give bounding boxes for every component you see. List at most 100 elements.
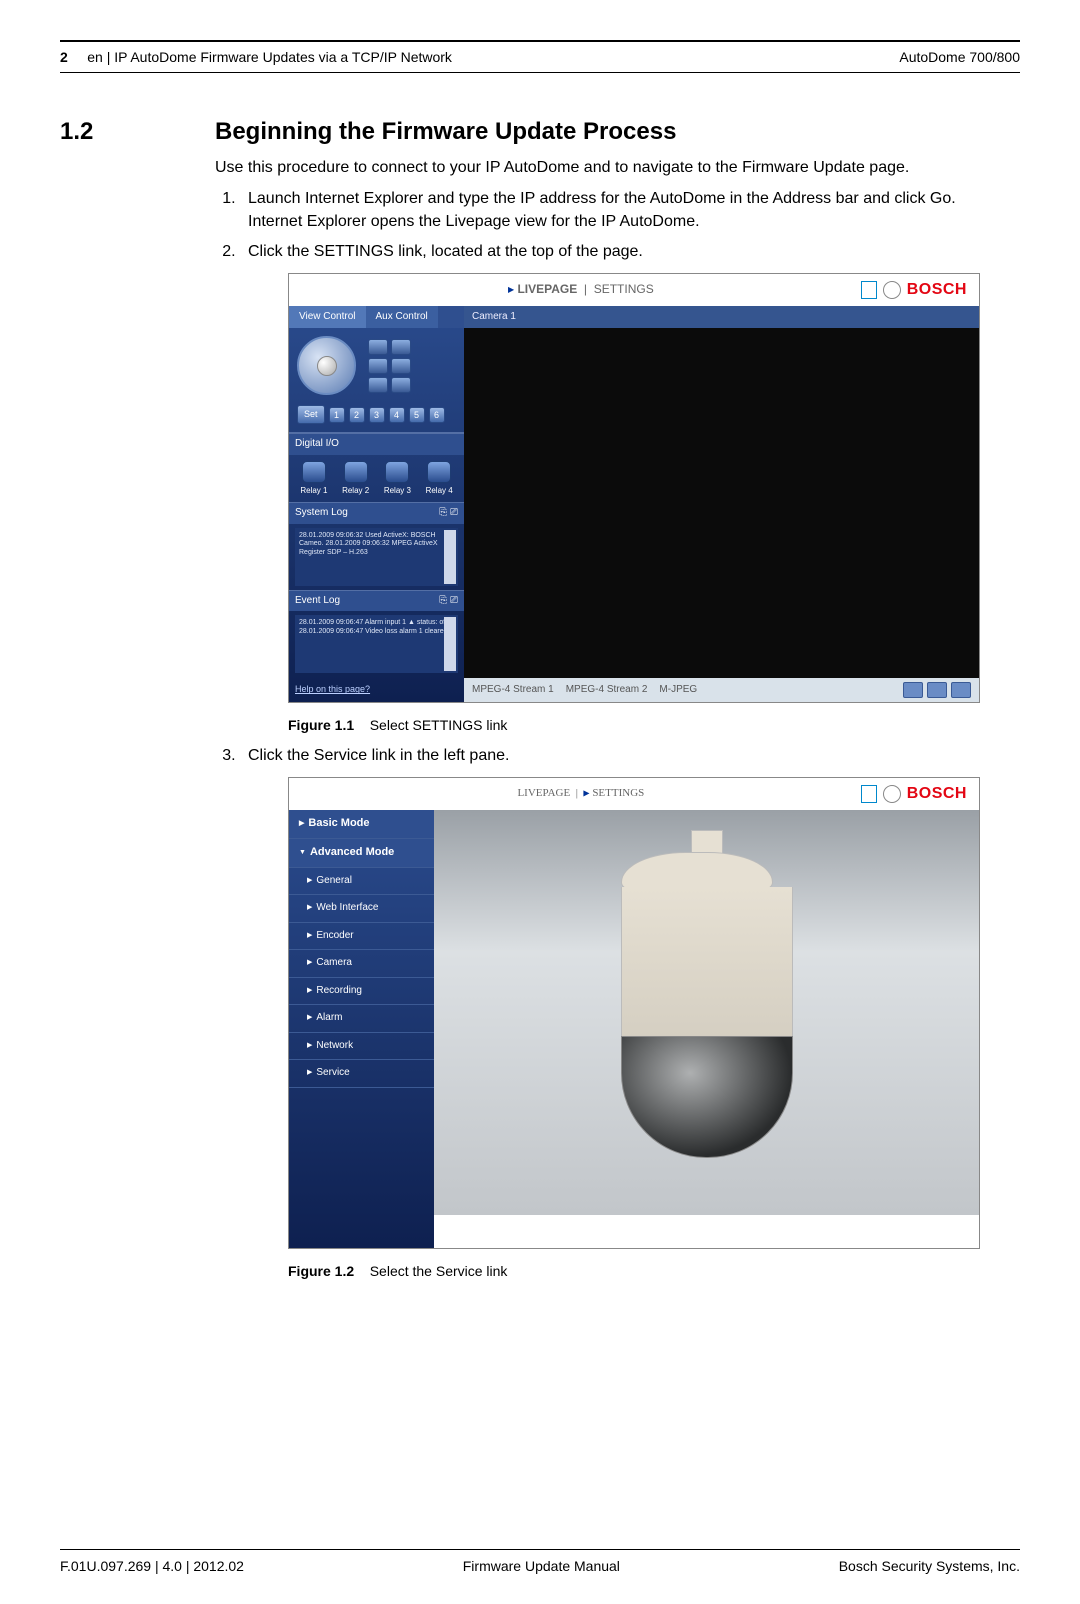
nav-basic-mode[interactable]: ▶Basic Mode (289, 810, 434, 839)
chevron-right-icon: ▶ (307, 876, 312, 886)
step-2-text: Click the SETTINGS link, located at the … (248, 243, 643, 260)
nav-service[interactable]: ▶Service (289, 1060, 434, 1088)
step-1: Launch Internet Explorer and type the IP… (240, 187, 1020, 233)
ui2-livepage-link[interactable]: LIVEPAGE (517, 787, 570, 799)
dome-cap (621, 852, 773, 889)
iris-close-button[interactable] (391, 377, 411, 393)
step-3-text: Click the Service link in the left pane. (248, 747, 509, 764)
preset-6[interactable]: 6 (429, 407, 445, 423)
record-icon[interactable] (927, 682, 947, 698)
nav-network[interactable]: ▶ Network (289, 1033, 434, 1061)
ptz-joystick[interactable] (297, 336, 356, 395)
ui1-sidebar: View Control Aux Control (289, 306, 464, 703)
nav-alarm[interactable]: ▶Alarm (289, 1005, 434, 1033)
eventlog-box: 28.01.2009 09:06:47 Alarm input 1 ▲ stat… (295, 615, 458, 673)
section-number: 1.2 (60, 118, 215, 1289)
dome-stem (691, 830, 723, 854)
eventlog-text: 28.01.2009 09:06:47 Alarm input 1 ▲ stat… (299, 619, 449, 634)
ui1-brand: BOSCH (861, 278, 967, 301)
fullscreen-icon[interactable] (951, 682, 971, 698)
info-icon[interactable] (861, 785, 877, 803)
iris-open-button[interactable] (368, 377, 388, 393)
triangle-icon: ▶ (583, 789, 589, 798)
globe-icon[interactable] (883, 785, 901, 803)
ui2-brand: BOSCH (861, 782, 967, 805)
figure-1-caption: Figure 1.1 Select SETTINGS link (288, 715, 1020, 735)
preset-1[interactable]: 1 (329, 407, 345, 423)
preset-2[interactable]: 2 (349, 407, 365, 423)
preset-4[interactable]: 4 (389, 407, 405, 423)
nav-general[interactable]: ▶General (289, 868, 434, 896)
content: 1.2 Beginning the Firmware Update Proces… (60, 118, 1020, 1289)
camera-tab[interactable]: Camera 1 (464, 306, 979, 329)
sidebar-spacer (289, 1088, 434, 1248)
step-3: Click the Service link in the left pane.… (240, 744, 1020, 1281)
dome-glass (621, 1036, 793, 1158)
syslog-icons: ⎘ ⎚ (439, 506, 458, 521)
focus-far-button[interactable] (391, 358, 411, 374)
figure-2-text: Select the Service link (370, 1263, 508, 1279)
relay-2[interactable]: Relay 2 (342, 461, 369, 497)
focus-near-button[interactable] (368, 358, 388, 374)
preset-5[interactable]: 5 (409, 407, 425, 423)
zoom-in-button[interactable] (368, 339, 388, 355)
ui2-preview (434, 810, 979, 1215)
nav-encoder[interactable]: ▶Encoder (289, 923, 434, 951)
help-link[interactable]: Help on this page? (289, 677, 464, 702)
figure-2-screenshot: LIVEPAGE | ▶ SETTINGS BOSCH (288, 777, 980, 1249)
globe-icon[interactable] (883, 281, 901, 299)
chevron-down-icon: ▼ (299, 848, 306, 858)
digital-io-label: Digital I/O (295, 437, 339, 452)
nav-recording[interactable]: ▶Recording (289, 978, 434, 1006)
info-icon[interactable] (861, 281, 877, 299)
running-header: 2 en | IP AutoDome Firmware Updates via … (60, 46, 1020, 68)
tab-aux-control[interactable]: Aux Control (366, 306, 438, 329)
ui1-settings-link[interactable]: SETTINGS (594, 282, 654, 296)
stream-1[interactable]: MPEG-4 Stream 1 (472, 683, 554, 698)
stream-3[interactable]: M-JPEG (659, 683, 697, 698)
preset-row: Set 1 2 3 4 5 6 (297, 405, 456, 424)
ui1-top-bar: ▶ LIVEPAGE | SETTINGS BOSCH (289, 274, 979, 306)
nav-network-label: Network (316, 1039, 353, 1054)
nav-web-interface[interactable]: ▶Web Interface (289, 895, 434, 923)
chevron-right-icon: ▶ (307, 1013, 312, 1023)
eventlog-scrollbar[interactable] (444, 617, 456, 671)
footer-right: Bosch Security Systems, Inc. (839, 1558, 1020, 1574)
chevron-right-icon: ▶ (307, 1041, 312, 1051)
nav-camera[interactable]: ▶Camera (289, 950, 434, 978)
preset-3[interactable]: 3 (369, 407, 385, 423)
nav-basic-label: Basic Mode (308, 816, 369, 832)
eventlog-header: Event Log ⎘ ⎚ (289, 590, 464, 612)
snapshot-icon[interactable] (903, 682, 923, 698)
relay-icon (427, 461, 451, 483)
zoom-out-button[interactable] (391, 339, 411, 355)
footer-space (60, 1289, 1020, 1549)
ptz-panel: Set 1 2 3 4 5 6 (289, 328, 464, 433)
ui1-livepage-link[interactable]: LIVEPAGE (517, 282, 577, 296)
footer-center: Firmware Update Manual (463, 1558, 620, 1574)
stream-2[interactable]: MPEG-4 Stream 2 (566, 683, 648, 698)
ui2-settings-link[interactable]: SETTINGS (592, 787, 644, 799)
dome-camera-image (621, 830, 793, 1158)
steps-list: Launch Internet Explorer and type the IP… (215, 187, 1020, 1281)
footer: F.01U.097.269 | 4.0 | 2012.02 Firmware U… (60, 1550, 1020, 1574)
video-area (464, 328, 979, 678)
section-body: Beginning the Firmware Update Process Us… (215, 118, 1020, 1289)
syslog-scrollbar[interactable] (444, 530, 456, 584)
syslog-label: System Log (295, 506, 348, 521)
relay-4[interactable]: Relay 4 (426, 461, 453, 497)
dome-body (621, 887, 793, 1038)
eventlog-label: Event Log (295, 594, 340, 609)
set-button[interactable]: Set (297, 405, 325, 424)
syslog-text: 28.01.2009 09:06:32 Used ActiveX: BOSCH … (299, 532, 438, 556)
figure-1-label: Figure 1.1 (288, 717, 354, 733)
relay-icon (344, 461, 368, 483)
figure-2-label: Figure 1.2 (288, 1263, 354, 1279)
figure-2-caption: Figure 1.2 Select the Service link (288, 1261, 1020, 1281)
tab-view-control[interactable]: View Control (289, 306, 366, 329)
relay-1[interactable]: Relay 1 (300, 461, 327, 497)
eventlog-icons: ⎘ ⎚ (439, 594, 458, 609)
nav-encoder-label: Encoder (316, 929, 353, 944)
relay-3[interactable]: Relay 3 (384, 461, 411, 497)
nav-advanced-mode[interactable]: ▼Advanced Mode (289, 839, 434, 868)
